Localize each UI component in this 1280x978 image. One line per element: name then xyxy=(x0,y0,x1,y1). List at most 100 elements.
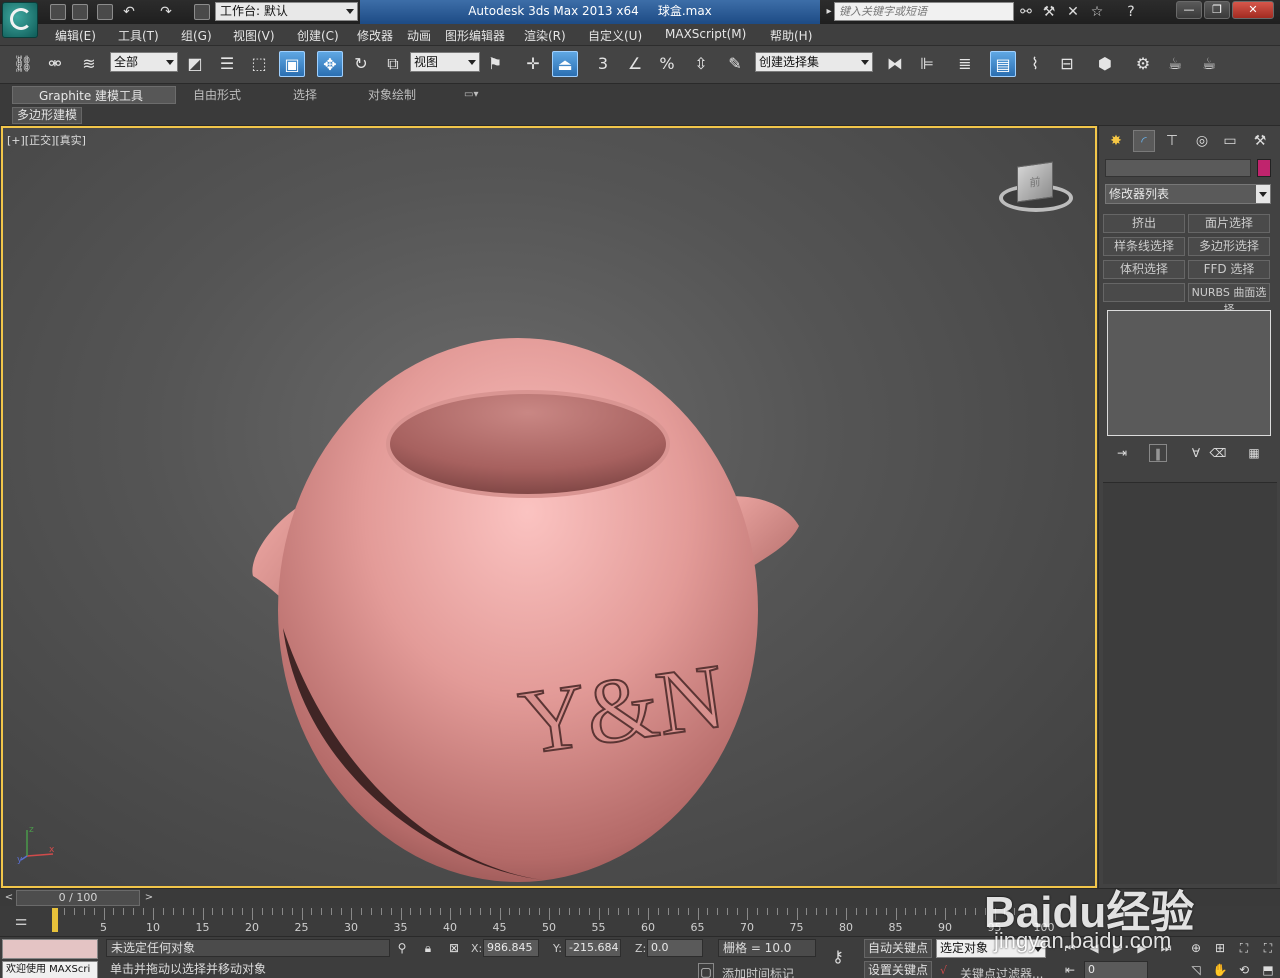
play-icon[interactable]: ▶ xyxy=(1110,940,1126,956)
snaps-toggle-icon[interactable]: 3 xyxy=(590,51,616,77)
spline-select-button[interactable]: 样条线选择 xyxy=(1103,237,1185,256)
go-to-start-icon[interactable]: ⏮ xyxy=(1062,940,1078,956)
maxscript-listener-swatch[interactable] xyxy=(2,939,98,959)
select-and-scale-icon[interactable]: ⧉ xyxy=(380,51,406,77)
maximize-button[interactable]: ❐ xyxy=(1204,1,1230,19)
key-mode-icon[interactable]: ⇤ xyxy=(1062,962,1078,978)
select-and-link-icon[interactable]: ⛓ xyxy=(10,51,36,77)
rendered-frame-window-icon[interactable]: ☕ xyxy=(1162,51,1188,77)
zoom-all-icon[interactable]: ⊞ xyxy=(1212,940,1228,956)
named-selection-dropdown[interactable]: 创建选择集 xyxy=(755,52,873,72)
zoom-extents-icon[interactable]: ⛶ xyxy=(1236,940,1252,956)
configure-modifier-sets-icon[interactable]: ▦ xyxy=(1245,444,1263,462)
new-file-icon[interactable] xyxy=(50,4,66,20)
workspace-dropdown[interactable]: 工作台: 默认 xyxy=(215,2,358,21)
frame-ruler[interactable]: 5 10 15 20 25 30 35 40 45 50 55 60 65 70 75 80 85 90 95 100 xyxy=(48,906,1055,936)
menu-tools[interactable]: 工具(T) xyxy=(118,27,159,44)
menu-group[interactable]: 组(G) xyxy=(181,27,212,44)
absolute-mode-icon[interactable]: ⊠ xyxy=(446,940,462,956)
menu-modifiers[interactable]: 修改器 xyxy=(357,27,393,44)
z-coordinate-field[interactable]: 0.0 xyxy=(647,939,703,957)
select-by-name-icon[interactable]: ☰ xyxy=(214,51,240,77)
selection-filter-dropdown[interactable]: 全部 xyxy=(110,52,178,72)
set-key-button[interactable]: 设置关键点 xyxy=(864,961,932,978)
tab-graphite-modeling[interactable]: Graphite 建模工具 xyxy=(12,86,176,104)
maximize-viewport-icon[interactable]: ⬒ xyxy=(1260,962,1276,978)
modifier-list-dropdown[interactable]: 修改器列表 xyxy=(1105,184,1271,204)
app-logo-button[interactable] xyxy=(2,2,38,38)
field-of-view-icon[interactable]: ◹ xyxy=(1188,962,1204,978)
spinner-snap-icon[interactable]: ⇳ xyxy=(688,51,714,77)
percent-snap-icon[interactable]: % xyxy=(654,51,680,77)
display-tab-icon[interactable]: ▭ xyxy=(1219,130,1241,152)
open-file-icon[interactable] xyxy=(72,4,88,20)
minimize-button[interactable]: — xyxy=(1176,1,1202,19)
tab-selection[interactable]: 选择 xyxy=(293,86,317,104)
isolate-selection-icon[interactable]: ⚲ xyxy=(394,940,410,956)
help-icon[interactable]: ? xyxy=(1122,3,1140,21)
keyboard-shortcut-override-icon[interactable]: ⏏ xyxy=(552,51,578,77)
graphite-toggle-icon[interactable]: ▤ xyxy=(990,51,1016,77)
time-slider[interactable]: < 0 / 100 > xyxy=(0,888,1280,906)
unlink-icon[interactable]: ⚮ xyxy=(42,51,68,77)
menu-edit[interactable]: 编辑(E) xyxy=(55,27,96,44)
edit-named-selection-icon[interactable]: ✎ xyxy=(722,51,748,77)
current-frame-field[interactable]: 0 xyxy=(1084,961,1148,978)
poly-select-button[interactable]: 多边形选择 xyxy=(1188,237,1270,256)
close-button[interactable]: ✕ xyxy=(1232,1,1274,19)
key-selection-dropdown[interactable]: 选定对象 xyxy=(936,939,1046,958)
subscription-icon[interactable]: ⚒ xyxy=(1040,3,1058,21)
render-production-icon[interactable]: ☕ xyxy=(1196,51,1222,77)
viewcube-front-face[interactable]: 前 xyxy=(1017,161,1053,203)
orbit-icon[interactable]: ⟲ xyxy=(1236,962,1252,978)
select-and-manipulate-icon[interactable]: ✛ xyxy=(520,51,546,77)
x-coordinate-field[interactable]: 986.845 xyxy=(483,939,539,957)
schematic-view-icon[interactable]: ⊟ xyxy=(1054,51,1080,77)
menu-rendering[interactable]: 渲染(R) xyxy=(524,27,566,44)
project-folder-icon[interactable] xyxy=(194,4,210,20)
time-slider-handle[interactable]: 0 / 100 xyxy=(16,890,140,906)
add-time-tag-label[interactable]: 添加时间标记 xyxy=(722,965,794,978)
search-input[interactable]: 键入关键字或短语 xyxy=(834,2,1014,21)
save-file-icon[interactable] xyxy=(97,4,113,20)
angle-snap-icon[interactable]: ∠ xyxy=(622,51,648,77)
pin-stack-icon[interactable]: ⇥ xyxy=(1113,444,1131,462)
redo-icon[interactable]: ↷ xyxy=(157,3,175,21)
tab-freeform[interactable]: 自由形式 xyxy=(193,86,241,104)
material-editor-icon[interactable]: ⬢ xyxy=(1092,51,1118,77)
curve-editor-icon[interactable]: ⌇ xyxy=(1022,51,1048,77)
key-filters-label[interactable]: 关键点过滤器... xyxy=(960,965,1043,978)
motion-tab-icon[interactable]: ◎ xyxy=(1191,130,1213,152)
open-mini-curve-editor-icon[interactable]: ⚌ xyxy=(6,910,36,932)
layer-manager-icon[interactable]: ≣ xyxy=(952,51,978,77)
zoom-icon[interactable]: ⊕ xyxy=(1188,940,1204,956)
current-frame-marker[interactable] xyxy=(52,908,58,932)
perspective-viewport[interactable]: [+][正交][真实] 前 Y&N x z y xyxy=(1,126,1097,888)
next-frame-icon[interactable]: ▶ xyxy=(1134,940,1150,956)
menu-views[interactable]: 视图(V) xyxy=(233,27,275,44)
undo-icon[interactable]: ↶ xyxy=(120,3,138,21)
viewcube[interactable]: 前 xyxy=(999,160,1075,220)
create-tab-icon[interactable]: ✸ xyxy=(1105,130,1127,152)
reference-coordinate-dropdown[interactable]: 视图 xyxy=(410,52,480,72)
binoculars-icon[interactable]: ⚯ xyxy=(1017,3,1035,21)
y-coordinate-field[interactable]: -215.684 xyxy=(565,939,621,957)
selection-lock-icon[interactable]: 🔒︎ xyxy=(420,940,436,956)
menu-customize[interactable]: 自定义(U) xyxy=(588,27,642,44)
modify-tab-icon[interactable]: ◜ xyxy=(1133,130,1155,152)
set-key-icon[interactable]: ⚷ xyxy=(830,949,846,965)
modifier-stack[interactable] xyxy=(1107,310,1271,436)
mirror-icon[interactable]: ⧓ xyxy=(882,51,908,77)
vol-select-button[interactable]: 体积选择 xyxy=(1103,260,1185,279)
render-setup-icon[interactable]: ⚙ xyxy=(1130,51,1156,77)
rectangular-selection-icon[interactable]: ⬚ xyxy=(246,51,272,77)
polygon-modeling-panel[interactable]: 多边形建模 xyxy=(12,107,83,124)
object-name-field[interactable] xyxy=(1105,159,1251,177)
select-and-rotate-icon[interactable]: ↻ xyxy=(348,51,374,77)
pivot-center-icon[interactable]: ⚑ xyxy=(482,51,508,77)
ffd-select-button[interactable]: FFD 选择 xyxy=(1188,260,1270,279)
zoom-extents-all-icon[interactable]: ⛶ xyxy=(1260,940,1276,956)
show-end-result-icon[interactable]: ∥ xyxy=(1149,444,1167,462)
ribbon-options-icon[interactable]: ▭▾ xyxy=(464,86,478,104)
select-object-icon[interactable]: ◩ xyxy=(182,51,208,77)
